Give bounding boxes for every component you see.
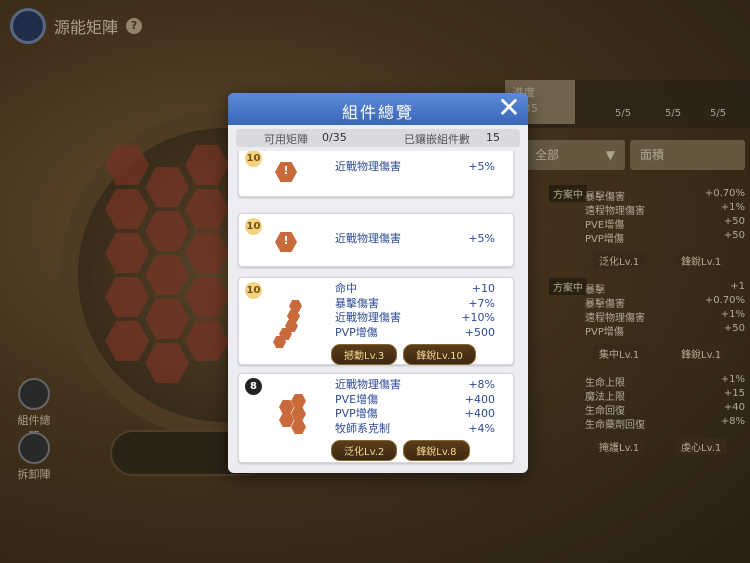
stat-row: 近戰物理傷害 +5% bbox=[335, 232, 495, 247]
available-value: 0/35 bbox=[322, 131, 347, 144]
stat-list: 近戰物理傷害 +5% bbox=[335, 160, 495, 175]
stat-value: +8% bbox=[468, 378, 495, 391]
stat-list: 近戰物理傷害 +5% bbox=[335, 232, 495, 247]
stat-label: PVE增傷 bbox=[335, 392, 379, 406]
stat-label: 牧師系克制 bbox=[335, 421, 390, 435]
modal-title: 組件總覽 bbox=[341, 103, 414, 122]
level-badge: 8 bbox=[245, 378, 262, 395]
stat-value: +5% bbox=[468, 232, 495, 245]
embedded-label: 已鑲嵌組件數 bbox=[404, 133, 470, 146]
stat-row: PVE增傷 +400 bbox=[335, 393, 495, 408]
component-card[interactable]: 10 近戰物理傷害 +5% bbox=[238, 213, 514, 267]
skill-tags: 泛化Lv.2 鋒銳Lv.8 bbox=[331, 440, 470, 461]
skill-tag: 泛化Lv.2 bbox=[331, 440, 398, 461]
stat-row: 近戰物理傷害 +10% bbox=[335, 311, 495, 326]
skill-tag: 鋒銳Lv.8 bbox=[403, 440, 470, 461]
components-overview-modal: 組件總覽 ✕ 可用矩陣 0/35 已鑲嵌組件數 15 10 近戰物理傷害+5% … bbox=[228, 93, 528, 473]
skill-tag: 撼動Lv.3 bbox=[331, 344, 398, 365]
stat-value: +4% bbox=[468, 421, 495, 435]
embedded-value: 15 bbox=[486, 131, 500, 144]
component-shape-icon bbox=[291, 420, 306, 434]
stat-value: +500 bbox=[464, 325, 495, 339]
stat-label: 暴擊傷害 bbox=[335, 296, 379, 310]
stat-value: +10 bbox=[471, 282, 495, 295]
component-shape-icon bbox=[275, 232, 297, 252]
available-label: 可用矩陣 bbox=[264, 133, 308, 146]
component-card[interactable]: 8 近戰物理傷害 +8% PVE增傷 +400 PVP增傷 +400 牧師系克制 +4%… bbox=[238, 373, 514, 463]
stat-row: 命中 +10 bbox=[335, 282, 495, 297]
stat-value: +10% bbox=[461, 311, 495, 324]
component-list[interactable]: 10 近戰物理傷害+5% 10 近戰物理傷害+5% 10 命中+10 暴擊傷害+ bbox=[228, 151, 528, 473]
skill-tag: 鋒銳Lv.10 bbox=[403, 344, 476, 365]
stat-label: 近戰物理傷害 bbox=[335, 232, 401, 245]
component-card[interactable]: 10 命中 +10 暴擊傷害 +7% 近戰物理傷害 +10% PVP增傷 +500 撼動… bbox=[238, 277, 514, 365]
stat-row: 暴擊傷害 +7% bbox=[335, 297, 495, 312]
stat-row: 近戰物理傷害 +5% bbox=[335, 160, 495, 175]
stat-label: 近戰物理傷害 bbox=[335, 378, 401, 391]
stat-value: +400 bbox=[464, 392, 495, 406]
modal-header: 組件總覽 ✕ bbox=[228, 93, 528, 125]
level-badge: 10 bbox=[245, 282, 262, 299]
stat-value: +5% bbox=[468, 160, 495, 173]
stat-row: 近戰物理傷害 +8% bbox=[335, 378, 495, 393]
matrix-summary-bar: 可用矩陣 0/35 已鑲嵌組件數 15 bbox=[236, 129, 520, 147]
stat-label: PVP增傷 bbox=[335, 407, 378, 420]
stat-value: +7% bbox=[468, 296, 495, 310]
component-shape-icon bbox=[275, 162, 297, 182]
stat-label: 近戰物理傷害 bbox=[335, 311, 401, 324]
component-card[interactable]: 10 近戰物理傷害 +5% bbox=[238, 151, 514, 197]
stat-list: 命中 +10 暴擊傷害 +7% 近戰物理傷害 +10% PVP增傷 +500 bbox=[335, 282, 495, 340]
close-icon[interactable]: ✕ bbox=[496, 94, 522, 122]
stat-label: 命中 bbox=[335, 282, 357, 295]
level-badge: 10 bbox=[245, 151, 262, 167]
stat-label: PVP增傷 bbox=[335, 325, 378, 339]
stat-row: PVP增傷 +400 bbox=[335, 407, 495, 422]
stat-row: PVP增傷 +500 bbox=[335, 326, 495, 341]
stat-list: 近戰物理傷害 +8% PVE增傷 +400 PVP增傷 +400 牧師系克制 +4% bbox=[335, 378, 495, 436]
skill-tags: 撼動Lv.3 鋒銳Lv.10 bbox=[331, 344, 476, 365]
stat-row: 牧師系克制 +4% bbox=[335, 422, 495, 437]
level-badge: 10 bbox=[245, 218, 262, 235]
stat-label: 近戰物理傷害 bbox=[335, 160, 401, 173]
stat-value: +400 bbox=[464, 407, 495, 420]
